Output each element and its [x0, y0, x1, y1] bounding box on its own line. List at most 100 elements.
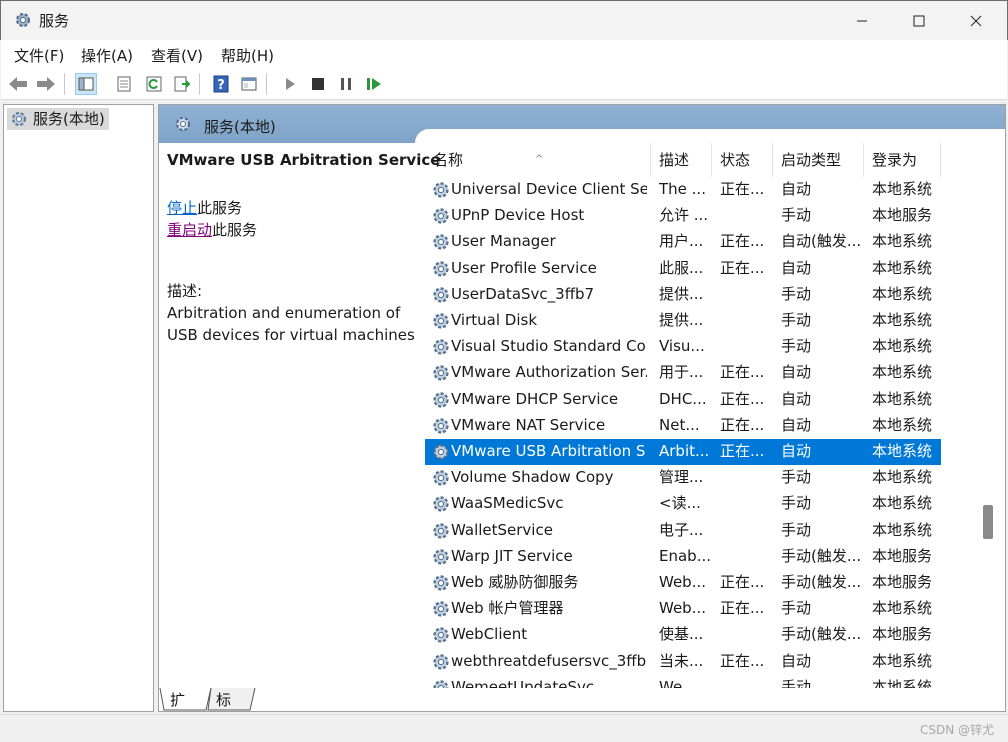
start-service-icon[interactable]: [279, 73, 301, 95]
stop-suffix: 此服务: [197, 199, 243, 217]
service-desc-cell: DHC...: [659, 389, 707, 408]
service-row[interactable]: Universal Device Client Ser... The ... 正在.…: [425, 177, 941, 203]
service-row[interactable]: User Manager 用户... 正在... 自动(触发... 本地系统: [425, 229, 941, 255]
menu-action[interactable]: 操作(A): [81, 45, 133, 66]
service-startup-cell: 自动: [781, 389, 812, 408]
service-name-cell: UserDataSvc_3ffb7: [451, 284, 595, 303]
console-tree: 服务(本地): [3, 104, 154, 712]
service-row[interactable]: VMware Authorization Ser... 用于... 正在... 自动 本…: [425, 360, 941, 386]
header-notch: [415, 129, 1005, 143]
service-startup-cell: 手动: [781, 311, 812, 329]
selected-service-name: VMware USB Arbitration Service: [167, 151, 441, 169]
toolbar-separator: [266, 73, 267, 95]
service-logon-cell: 本地系统: [872, 232, 933, 251]
service-row[interactable]: User Profile Service 此服... 正在... 自动 本地系统: [425, 256, 941, 282]
vertical-scrollbar-thumb[interactable]: [983, 505, 993, 539]
service-startup-cell: 手动: [781, 284, 812, 303]
toolbar-separator: [199, 73, 200, 95]
service-desc-cell: 管理...: [659, 468, 704, 487]
service-name-cell: WaaSMedicSvc: [451, 494, 564, 513]
service-status-cell: 正在...: [720, 651, 765, 670]
service-row[interactable]: VMware USB Arbitration S... Arbit... 正在...…: [425, 439, 941, 465]
column-header-logon-as[interactable]: 登录为: [864, 143, 941, 177]
service-logon-cell: 本地服务: [872, 625, 933, 644]
help-icon[interactable]: ?: [210, 73, 232, 95]
service-name-cell: WebClient: [451, 625, 528, 644]
maximize-icon: [913, 15, 925, 27]
service-desc-cell: 提供...: [659, 311, 704, 329]
stop-service-icon[interactable]: [307, 73, 329, 95]
service-name-cell: Web 威胁防御服务: [451, 573, 579, 591]
service-name-cell: Universal Device Client Ser...: [451, 180, 647, 198]
maximize-button[interactable]: [890, 1, 948, 41]
service-status-cell: 正在...: [720, 389, 765, 408]
stop-service-link[interactable]: 停止: [167, 199, 197, 217]
console-view-icon[interactable]: [238, 73, 260, 95]
service-desc-cell: Web...: [659, 573, 707, 591]
service-startup-cell: 自动: [781, 651, 812, 670]
column-header-name[interactable]: 名称 ^: [425, 143, 651, 177]
service-name-cell: VMware Authorization Ser...: [451, 363, 647, 382]
service-logon-cell: 本地服务: [872, 206, 933, 225]
service-logon-cell: 本地服务: [872, 573, 933, 591]
service-row[interactable]: Visual Studio Standard Coll... Visu... 手动 本…: [425, 334, 941, 360]
column-header-startup-type[interactable]: 启动类型: [773, 143, 864, 177]
menu-help[interactable]: 帮助(H): [221, 45, 274, 66]
sort-ascending-icon: ^: [535, 154, 544, 165]
service-row[interactable]: WebClient 使基... 手动(触发... 本地服务: [425, 622, 941, 648]
menu-view[interactable]: 查看(V): [151, 45, 203, 66]
service-name-cell: User Manager: [451, 232, 556, 251]
export-list-icon[interactable]: [171, 73, 193, 95]
description-label: 描述:: [167, 282, 203, 300]
back-arrow-icon[interactable]: [7, 73, 29, 95]
restart-service-link[interactable]: 重启动: [167, 221, 212, 239]
service-desc-cell: 用于...: [659, 363, 704, 382]
service-row[interactable]: Web 威胁防御服务 Web... 正在... 手动(触发... 本地服务: [425, 570, 941, 596]
service-startup-cell: 自动: [781, 180, 812, 198]
service-row[interactable]: VMware DHCP Service DHC... 正在... 自动 本地系统: [425, 387, 941, 413]
menu-file[interactable]: 文件(F): [14, 45, 64, 66]
minimize-button[interactable]: [833, 1, 891, 41]
service-status-cell: 正在...: [720, 599, 765, 618]
service-name-cell: User Profile Service: [451, 258, 597, 277]
forward-arrow-icon[interactable]: [35, 73, 57, 95]
service-row[interactable]: Volume Shadow Copy 管理... 手动 本地系统: [425, 465, 941, 491]
service-row[interactable]: WemeetUpdateSvc We... 手动 本地系统: [425, 675, 941, 688]
tab-standard[interactable]: 标准: [216, 688, 231, 733]
service-desc-cell: Enab...: [659, 546, 711, 565]
tree-item-services-local[interactable]: 服务(本地): [7, 108, 109, 130]
service-row[interactable]: Web 帐户管理器 Web... 正在... 手动 本地系统: [425, 596, 941, 622]
service-row[interactable]: VMware NAT Service Net... 正在... 自动 本地系统: [425, 413, 941, 439]
service-row[interactable]: UserDataSvc_3ffb7 提供... 手动 本地系统: [425, 282, 941, 308]
close-icon: [970, 15, 982, 27]
service-row[interactable]: webthreatdefusersvc_3ffb7 当未... 正在... 自动 本地系…: [425, 649, 941, 675]
column-header-description[interactable]: 描述: [651, 143, 712, 177]
service-row[interactable]: WalletService 电子... 手动 本地系统: [425, 518, 941, 544]
service-row[interactable]: Warp JIT Service Enab... 手动(触发... 本地服务: [425, 544, 941, 570]
service-logon-cell: 本地系统: [872, 468, 933, 487]
status-bar: CSDN @锌尤: [0, 714, 1008, 742]
service-name-cell: Virtual Disk: [451, 311, 538, 329]
restart-service-icon[interactable]: [363, 73, 385, 95]
show-hide-tree-icon[interactable]: [75, 73, 97, 95]
service-desc-cell: 电子...: [659, 520, 704, 539]
service-startup-cell: 手动: [781, 599, 812, 618]
service-logon-cell: 本地系统: [872, 677, 933, 688]
service-logon-cell: 本地系统: [872, 311, 933, 329]
close-button[interactable]: [947, 1, 1005, 41]
service-row[interactable]: WaaSMedicSvc <读... 手动 本地系统: [425, 491, 941, 517]
svg-text:?: ?: [217, 78, 225, 93]
pause-service-icon[interactable]: [335, 73, 357, 95]
refresh-icon[interactable]: [143, 73, 165, 95]
service-desc-cell: <读...: [659, 494, 701, 513]
tab-extended[interactable]: 扩展: [170, 688, 185, 733]
service-startup-cell: 手动(触发...: [781, 573, 862, 591]
restart-suffix: 此服务: [212, 221, 258, 239]
column-header-status[interactable]: 状态: [712, 143, 773, 177]
service-logon-cell: 本地系统: [872, 389, 933, 408]
service-startup-cell: 手动: [781, 520, 812, 539]
service-row[interactable]: UPnP Device Host 允许 ... 手动 本地服务: [425, 203, 941, 229]
properties-icon[interactable]: [113, 73, 135, 95]
service-row[interactable]: Virtual Disk 提供... 手动 本地系统: [425, 308, 941, 334]
service-status-cell: 正在...: [720, 442, 765, 460]
